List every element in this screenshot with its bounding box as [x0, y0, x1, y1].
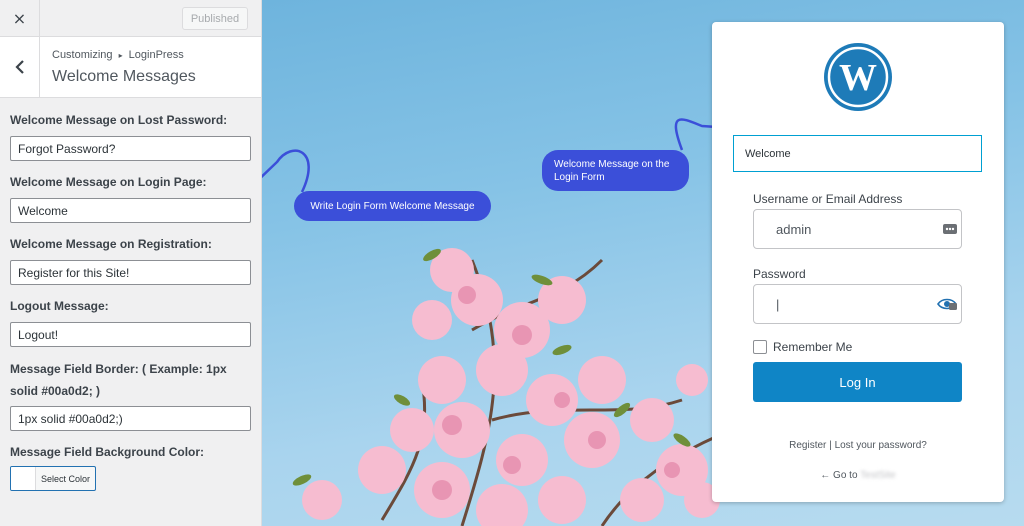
username-label: Username or Email Address: [753, 192, 903, 206]
customizer-topbar: × Published: [0, 0, 261, 37]
password-input[interactable]: |: [753, 284, 962, 324]
section-header: Customizing ▸ LoginPress Welcome Message…: [0, 37, 261, 98]
welcome-message-box: Welcome: [733, 135, 982, 172]
background-color-label: Message Field Background Color:: [10, 445, 205, 459]
registration-message-label: Welcome Message on Registration:: [10, 237, 212, 251]
username-input[interactable]: admin: [753, 209, 962, 249]
controls-list: Welcome Message on Lost Password: Forgot…: [0, 98, 261, 491]
section-title: Welcome Messages: [52, 68, 196, 85]
write-welcome-message-callout: Write Login Form Welcome Message: [294, 191, 491, 221]
breadcrumb-root: Customizing: [52, 49, 113, 61]
login-page-message-label: Welcome Message on Login Page:: [10, 175, 207, 189]
password-label: Password: [753, 267, 806, 281]
chevron-left-icon: [14, 60, 24, 74]
back-to-site[interactable]: ← Go to TestSite: [712, 470, 1004, 481]
close-icon[interactable]: ×: [0, 0, 40, 37]
select-color-label: Select Color: [41, 473, 91, 484]
link-separator: |: [829, 440, 832, 451]
remember-me-label: Remember Me: [773, 340, 853, 354]
site-name: TestSite: [860, 470, 896, 481]
back-button[interactable]: [0, 37, 40, 97]
login-form-card: W Welcome Username or Email Address admi…: [712, 22, 1004, 502]
breadcrumb-child: LoginPress: [128, 49, 184, 61]
username-value: admin: [776, 221, 812, 237]
login-links: Register | Lost your password?: [712, 440, 1004, 451]
logout-message-input[interactable]: Logout!: [10, 322, 251, 347]
password-cursor: |: [776, 296, 780, 312]
logout-message-label: Logout Message:: [10, 299, 109, 313]
remember-me-checkbox[interactable]: [753, 340, 767, 354]
password-manager-icon[interactable]: [943, 222, 957, 236]
remember-me[interactable]: Remember Me: [753, 340, 852, 354]
select-color-button[interactable]: Select Color: [10, 466, 96, 491]
svg-text:W: W: [839, 57, 877, 99]
lost-password-link[interactable]: Lost your password?: [835, 440, 927, 451]
arrow-icon: [262, 149, 310, 193]
login-page-message-input[interactable]: Welcome: [10, 198, 251, 223]
login-button[interactable]: Log In: [753, 362, 962, 402]
message-field-border-input[interactable]: 1px solid #00a0d2;): [10, 406, 251, 431]
back-to-site-prefix: ← Go to: [820, 470, 858, 481]
login-preview: Write Login Form Welcome Message Welcome…: [262, 0, 1024, 526]
register-link[interactable]: Register: [789, 440, 826, 451]
message-field-border-label: Message Field Border: ( Example: 1px sol…: [10, 362, 227, 398]
color-swatch: [11, 467, 36, 490]
customizer-sidebar: × Published Customizing ▸ LoginPress Wel…: [0, 0, 262, 526]
welcome-message-callout: Welcome Message on the Login Form: [542, 150, 689, 191]
lost-password-message-label: Welcome Message on Lost Password:: [10, 113, 228, 127]
lost-password-message-input[interactable]: Forgot Password?: [10, 136, 251, 161]
show-password-icon[interactable]: [937, 297, 957, 311]
published-button[interactable]: Published: [182, 7, 248, 30]
breadcrumb: Customizing ▸ LoginPress: [52, 49, 184, 61]
registration-message-input[interactable]: Register for this Site!: [10, 260, 251, 285]
wordpress-logo-icon[interactable]: W: [822, 41, 894, 113]
breadcrumb-separator: ▸: [118, 51, 123, 60]
